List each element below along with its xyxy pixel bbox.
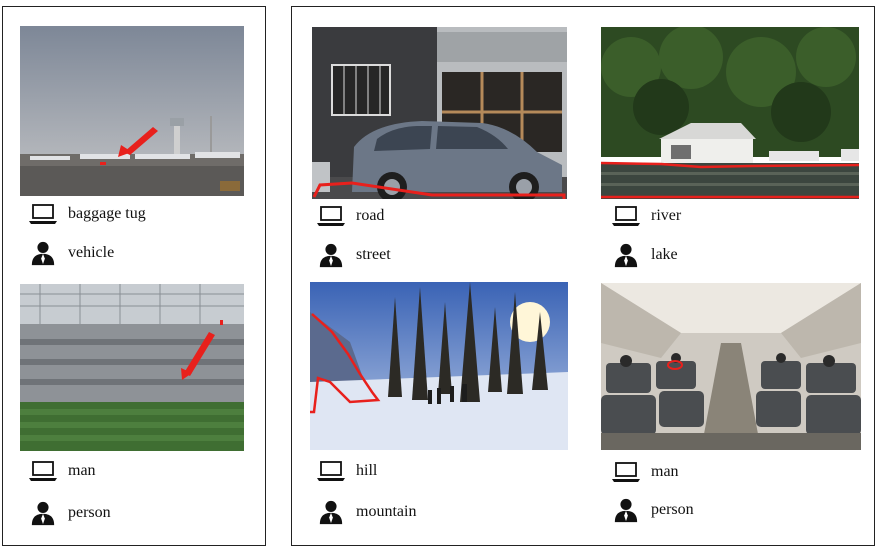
label-model-5: man [611, 459, 679, 485]
human-label: person [651, 501, 694, 518]
human-label: person [68, 504, 111, 521]
label-model-1: man [28, 458, 96, 484]
laptop-icon [611, 203, 641, 229]
snow-forest-photo [310, 282, 568, 450]
airport-photo [20, 26, 244, 196]
label-human-1: person [28, 500, 111, 526]
model-label: man [651, 463, 679, 480]
model-label: river [651, 207, 682, 224]
label-model-2: road [316, 203, 384, 229]
cabin-photo [601, 283, 861, 450]
label-human-2: street [316, 242, 391, 268]
model-label: road [356, 207, 385, 224]
person-icon [316, 242, 346, 268]
model-label: man [68, 462, 96, 479]
label-human-3: lake [611, 242, 678, 268]
model-label: hill [356, 462, 378, 479]
label-model-3: river [611, 203, 681, 229]
laptop-icon [316, 458, 346, 484]
human-label: street [356, 246, 391, 263]
stadium-photo [20, 284, 244, 451]
person-icon [611, 242, 641, 268]
label-human-0: vehicle [28, 240, 114, 266]
human-label: vehicle [68, 244, 115, 261]
label-human-4: mountain [316, 499, 416, 525]
human-label: mountain [356, 503, 417, 520]
person-icon [316, 499, 346, 525]
model-label: baggage tug [68, 205, 146, 222]
person-icon [611, 497, 641, 523]
laptop-icon [611, 459, 641, 485]
laptop-icon [316, 203, 346, 229]
label-model-0: baggage tug [28, 201, 146, 227]
label-model-4: hill [316, 458, 377, 484]
human-label: lake [651, 246, 678, 263]
laptop-icon [28, 201, 58, 227]
person-icon [28, 240, 58, 266]
label-human-5: person [611, 497, 694, 523]
street-photo [312, 27, 567, 199]
boathouse-photo [601, 27, 859, 199]
laptop-icon [28, 458, 58, 484]
person-icon [28, 500, 58, 526]
